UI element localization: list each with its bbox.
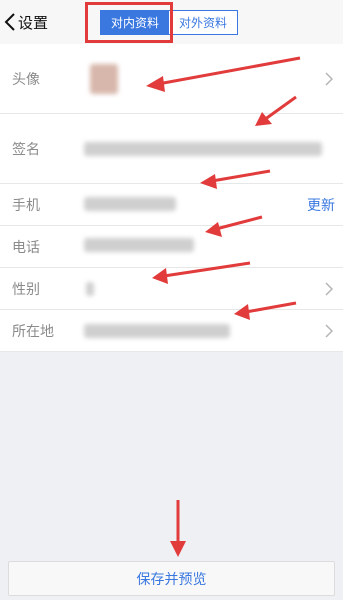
gender-row[interactable]: 性别	[0, 268, 343, 310]
phone-value-redacted	[84, 238, 194, 252]
back-label: 设置	[18, 13, 49, 32]
gender-label: 性别	[12, 281, 40, 298]
arrow-annotation	[170, 500, 186, 557]
top-bar: 设置 对内资料 对外资料	[0, 0, 343, 44]
signature-label: 签名	[12, 141, 40, 158]
back-button[interactable]: 设置	[4, 9, 48, 35]
chevron-right-icon	[325, 323, 333, 338]
signature-value-redacted	[84, 142, 322, 156]
profile-form: 头像 签名 手机 更新 电话 性别 所在地	[0, 44, 343, 352]
save-and-preview-button[interactable]: 保存并预览	[8, 561, 335, 596]
chevron-left-icon	[4, 13, 15, 31]
phone-row[interactable]: 电话	[0, 226, 343, 268]
gender-value-redacted	[86, 282, 94, 296]
highlight-box-annotation	[85, 2, 173, 43]
mobile-row: 手机 更新	[0, 184, 343, 226]
chevron-right-icon	[325, 71, 333, 86]
phone-label: 电话	[12, 239, 40, 256]
avatar-row[interactable]: 头像	[0, 44, 343, 114]
location-value-redacted	[84, 324, 230, 338]
avatar-label: 头像	[12, 71, 40, 88]
chevron-right-icon	[325, 281, 333, 296]
signature-row[interactable]: 签名	[0, 114, 343, 184]
location-row[interactable]: 所在地	[0, 310, 343, 352]
mobile-label: 手机	[12, 197, 40, 214]
location-label: 所在地	[12, 323, 54, 340]
avatar	[90, 64, 118, 94]
tab-external-profile[interactable]: 对外资料	[169, 11, 237, 34]
update-mobile-button[interactable]: 更新	[307, 195, 335, 215]
mobile-value-redacted	[84, 197, 176, 211]
